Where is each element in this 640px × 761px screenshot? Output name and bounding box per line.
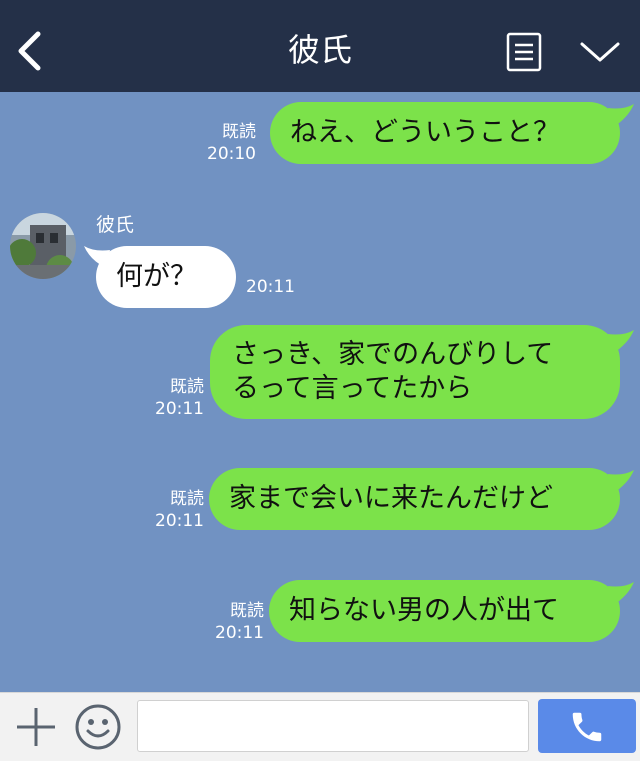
smile-icon[interactable]	[74, 703, 122, 751]
read-status: 既読 20:11	[215, 600, 264, 644]
list-menu-icon[interactable]	[506, 32, 542, 72]
avatar-photo	[10, 213, 76, 279]
message-time: 20:11	[215, 623, 264, 643]
avatar[interactable]	[10, 213, 76, 279]
bubble-tail	[608, 104, 634, 128]
phone-icon	[572, 712, 602, 742]
message-text-line1: さっき、家でのんびりして	[232, 339, 554, 370]
read-label: 既読	[222, 122, 256, 142]
plus-icon[interactable]	[14, 705, 58, 749]
bubble-tail	[608, 330, 634, 354]
message-time: 20:10	[207, 144, 256, 164]
message-text-line2: るって言ってたから	[232, 373, 473, 404]
call-button[interactable]	[538, 699, 636, 753]
message-time: 20:11	[246, 277, 295, 297]
read-status: 既読 20:10	[207, 121, 256, 165]
message-text: 何が？	[116, 261, 197, 292]
my-message-bubble[interactable]: 知らない男の人が出て	[269, 580, 620, 642]
message-input[interactable]	[137, 700, 529, 752]
input-bar	[0, 692, 640, 761]
bubble-tail	[608, 470, 634, 494]
read-label: 既読	[170, 489, 204, 509]
message-text: 家まで会いに来たんだけど	[229, 483, 553, 514]
their-message-bubble[interactable]: 何が？	[96, 246, 236, 308]
message-text: ねえ、どういうこと？	[290, 117, 560, 148]
chevron-down-icon[interactable]	[578, 36, 622, 66]
my-message-bubble[interactable]: さっき、家でのんびりして るって言ってたから	[210, 325, 620, 419]
chat-header: 彼氏	[0, 0, 640, 92]
message-text: 知らない男の人が出て	[289, 595, 559, 626]
read-status: 既読 20:11	[155, 376, 204, 420]
message-time: 20:11	[155, 399, 204, 419]
message-list[interactable]: 既読 20:10 ねえ、どういうこと？ 彼氏 何が？ 20:11 既読 20:1…	[0, 92, 640, 692]
my-message-bubble[interactable]: 家まで会いに来たんだけど	[209, 468, 620, 530]
read-label: 既読	[170, 377, 204, 397]
message-time: 20:11	[155, 511, 204, 531]
sender-name: 彼氏	[96, 214, 135, 236]
my-message-bubble[interactable]: ねえ、どういうこと？	[270, 102, 620, 164]
read-label: 既読	[230, 601, 264, 621]
chat-title: 彼氏	[287, 31, 352, 69]
read-status: 既読 20:11	[155, 488, 204, 532]
bubble-tail	[608, 582, 634, 606]
